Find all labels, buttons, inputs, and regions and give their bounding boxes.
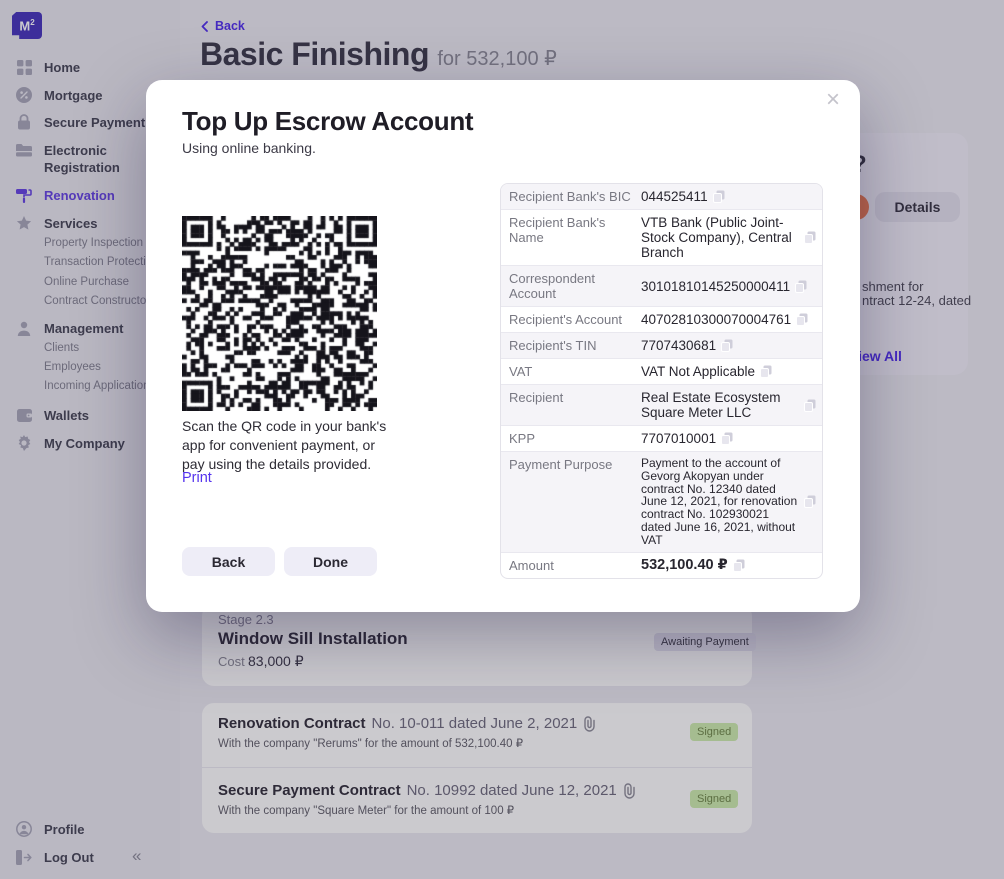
qr-caption: Scan the QR code in your bank's app for … — [182, 417, 400, 474]
detail-row-bic: Recipient Bank's BIC 044525411 — [501, 184, 822, 209]
copy-icon[interactable] — [760, 365, 772, 378]
copy-icon[interactable] — [721, 339, 733, 352]
detail-row-tin: Recipient's TIN 7707430681 — [501, 332, 822, 358]
detail-row-kpp: KPP 7707010001 — [501, 425, 822, 451]
top-up-escrow-modal: × Top Up Escrow Account Using online ban… — [146, 80, 860, 612]
detail-row-recipient-account: Recipient's Account 40702810300070004761 — [501, 306, 822, 332]
detail-row-bank-name: Recipient Bank's Name VTB Bank (Public J… — [501, 209, 822, 265]
copy-icon[interactable] — [713, 190, 725, 203]
detail-row-payment-purpose: Payment Purpose Payment to the account o… — [501, 451, 822, 552]
close-icon[interactable]: × — [820, 82, 846, 118]
copy-icon[interactable] — [804, 495, 816, 508]
copy-icon[interactable] — [795, 280, 807, 293]
modal-done-button[interactable]: Done — [284, 547, 377, 576]
print-link[interactable]: Print — [182, 470, 212, 486]
detail-row-recipient: Recipient Real Estate Ecosystem Square M… — [501, 384, 822, 425]
copy-icon[interactable] — [804, 399, 816, 412]
payment-details-table: Recipient Bank's BIC 044525411 Recipient… — [500, 183, 823, 579]
modal-subtitle: Using online banking. — [182, 140, 316, 156]
detail-row-amount: Amount 532,100.40 ₽ — [501, 552, 822, 578]
detail-row-correspondent-account: Correspondent Account 301018101452500004… — [501, 265, 822, 306]
copy-icon[interactable] — [733, 559, 745, 572]
copy-icon[interactable] — [796, 313, 808, 326]
copy-icon[interactable] — [721, 432, 733, 445]
detail-row-vat: VAT VAT Not Applicable — [501, 358, 822, 384]
qr-code — [182, 216, 377, 411]
modal-back-button[interactable]: Back — [182, 547, 275, 576]
modal-title: Top Up Escrow Account — [182, 106, 473, 137]
copy-icon[interactable] — [804, 231, 816, 244]
